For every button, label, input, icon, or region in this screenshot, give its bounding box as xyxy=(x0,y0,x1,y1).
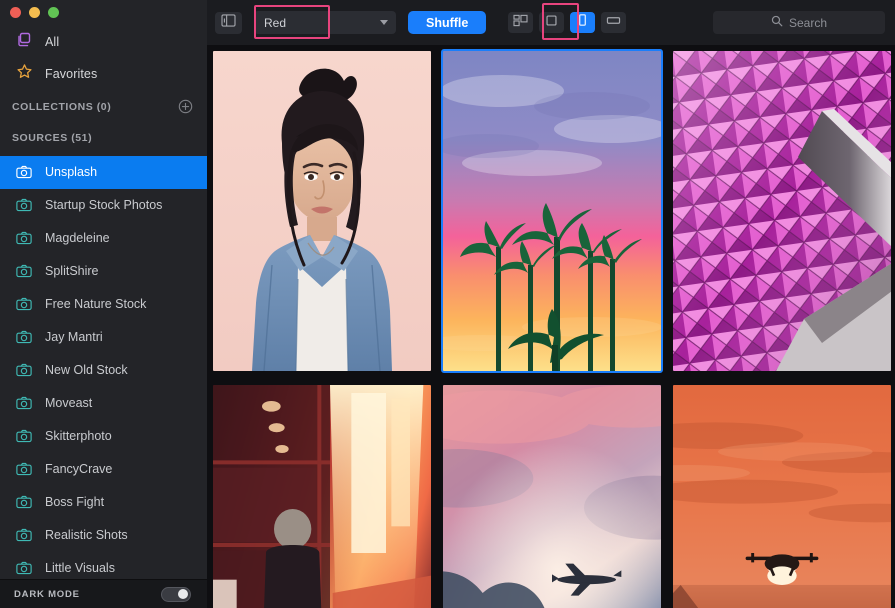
sidebar-item-label: Jay Mantri xyxy=(45,330,103,344)
red-cafe-interior xyxy=(213,385,431,608)
dark-mode-label: DARK MODE xyxy=(14,589,80,600)
sidebar-item-splitshire[interactable]: SplitShire xyxy=(0,255,207,288)
square-view-button[interactable] xyxy=(539,12,564,33)
sidebar-item-label: SplitShire xyxy=(45,264,99,278)
plus-circle-icon[interactable] xyxy=(178,99,193,114)
sources-list: Unsplash Startup Stock Photos Magdeleine Sp… xyxy=(0,154,207,579)
sidebar-item-label: Realistic Shots xyxy=(45,528,128,542)
sidebar-item-magdeleine[interactable]: Magdeleine xyxy=(0,222,207,255)
sidebar-item-label: FancyCrave xyxy=(45,462,112,476)
shuffle-button[interactable]: Shuffle xyxy=(408,11,486,34)
portrait-woman-denim xyxy=(213,51,431,371)
sidebar-item-label: Startup Stock Photos xyxy=(45,198,162,212)
toolbar: Red Shuffle xyxy=(207,0,895,45)
dark-mode-row: DARK MODE xyxy=(0,579,207,608)
sidebar: All Favorites COLLECTIONS (0) SOURCES (5… xyxy=(0,0,207,608)
sidebar-item-label: Boss Fight xyxy=(45,495,104,509)
camera-icon xyxy=(16,561,32,575)
magenta-triangular-facade xyxy=(673,51,891,371)
portrait-view-button[interactable] xyxy=(570,12,595,33)
photo-tile[interactable] xyxy=(673,385,891,608)
drone-orange-sunset xyxy=(673,385,891,608)
camera-icon xyxy=(16,297,32,311)
camera-icon xyxy=(16,264,32,278)
photo-tile[interactable] xyxy=(443,385,661,608)
star-icon xyxy=(16,63,33,85)
camera-icon xyxy=(16,396,32,410)
search-input[interactable]: Search xyxy=(713,11,885,34)
sidebar-item-label: Skitterphoto xyxy=(45,429,112,443)
sidebar-item-realistic-shots[interactable]: Realistic Shots xyxy=(0,519,207,552)
sidebar-item-all[interactable]: All xyxy=(0,26,207,59)
view-mode-group xyxy=(508,12,626,33)
sources-section-header: SOURCES (51) xyxy=(0,122,207,154)
maximize-button[interactable] xyxy=(48,7,59,18)
stack-icon xyxy=(16,31,33,53)
sources-header-label: SOURCES (51) xyxy=(12,132,92,144)
sidebar-item-jay-mantri[interactable]: Jay Mantri xyxy=(0,321,207,354)
search-icon xyxy=(771,14,783,32)
camera-icon xyxy=(16,231,32,245)
sidebar-item-moveast[interactable]: Moveast xyxy=(0,387,207,420)
color-filter-dropdown[interactable]: Red xyxy=(254,11,396,34)
sidebar-item-label: Little Visuals xyxy=(45,561,115,575)
search-placeholder: Search xyxy=(789,16,827,30)
color-filter-value: Red xyxy=(264,16,286,30)
app-window: All Favorites COLLECTIONS (0) SOURCES (5… xyxy=(0,0,895,608)
sidebar-item-fancycrave[interactable]: FancyCrave xyxy=(0,453,207,486)
sidebar-item-startup-stock-photos[interactable]: Startup Stock Photos xyxy=(0,189,207,222)
sidebar-toggle-icon xyxy=(221,14,236,32)
sidebar-item-new-old-stock[interactable]: New Old Stock xyxy=(0,354,207,387)
collections-section-header: COLLECTIONS (0) xyxy=(0,91,207,123)
camera-icon xyxy=(16,429,32,443)
dark-mode-toggle[interactable] xyxy=(161,587,191,602)
camera-icon xyxy=(16,165,32,179)
palm-trees-sunset xyxy=(443,51,661,371)
sidebar-toggle-button[interactable] xyxy=(215,12,242,34)
sidebar-item-favorites[interactable]: Favorites xyxy=(0,58,207,91)
airplane-in-clouds xyxy=(443,385,661,608)
masonry-view-icon xyxy=(513,14,528,32)
sidebar-item-label: New Old Stock xyxy=(45,363,128,377)
sidebar-item-label: Moveast xyxy=(45,396,92,410)
camera-icon xyxy=(16,330,32,344)
photo-grid xyxy=(207,45,895,608)
landscape-view-button[interactable] xyxy=(601,12,626,33)
sidebar-item-all-label: All xyxy=(45,35,59,49)
collections-header-label: COLLECTIONS (0) xyxy=(12,101,111,113)
camera-icon xyxy=(16,198,32,212)
main-panel: Red Shuffle xyxy=(207,0,895,608)
close-button[interactable] xyxy=(10,7,21,18)
sidebar-item-label: Magdeleine xyxy=(45,231,110,245)
portrait-view-icon xyxy=(575,13,590,32)
minimize-button[interactable] xyxy=(29,7,40,18)
photo-tile[interactable] xyxy=(213,385,431,608)
sidebar-item-label: Free Nature Stock xyxy=(45,297,146,311)
sidebar-item-label: Unsplash xyxy=(45,165,97,179)
sidebar-item-free-nature-stock[interactable]: Free Nature Stock xyxy=(0,288,207,321)
camera-icon xyxy=(16,462,32,476)
square-view-icon xyxy=(544,14,559,32)
photo-tile[interactable] xyxy=(443,51,661,371)
camera-icon xyxy=(16,528,32,542)
sidebar-item-boss-fight[interactable]: Boss Fight xyxy=(0,486,207,519)
window-controls xyxy=(0,0,207,26)
photo-tile[interactable] xyxy=(673,51,891,371)
photo-tile[interactable] xyxy=(213,51,431,371)
chevron-down-icon xyxy=(380,20,388,25)
sidebar-item-little-visuals[interactable]: Little Visuals xyxy=(0,552,207,579)
sidebar-item-skitterphoto[interactable]: Skitterphoto xyxy=(0,420,207,453)
masonry-view-button[interactable] xyxy=(508,12,533,33)
sidebar-item-unsplash[interactable]: Unsplash xyxy=(0,156,207,189)
camera-icon xyxy=(16,495,32,509)
sidebar-item-favorites-label: Favorites xyxy=(45,67,97,81)
landscape-view-icon xyxy=(606,14,621,32)
dark-mode-toggle-knob xyxy=(178,589,188,599)
camera-icon xyxy=(16,363,32,377)
